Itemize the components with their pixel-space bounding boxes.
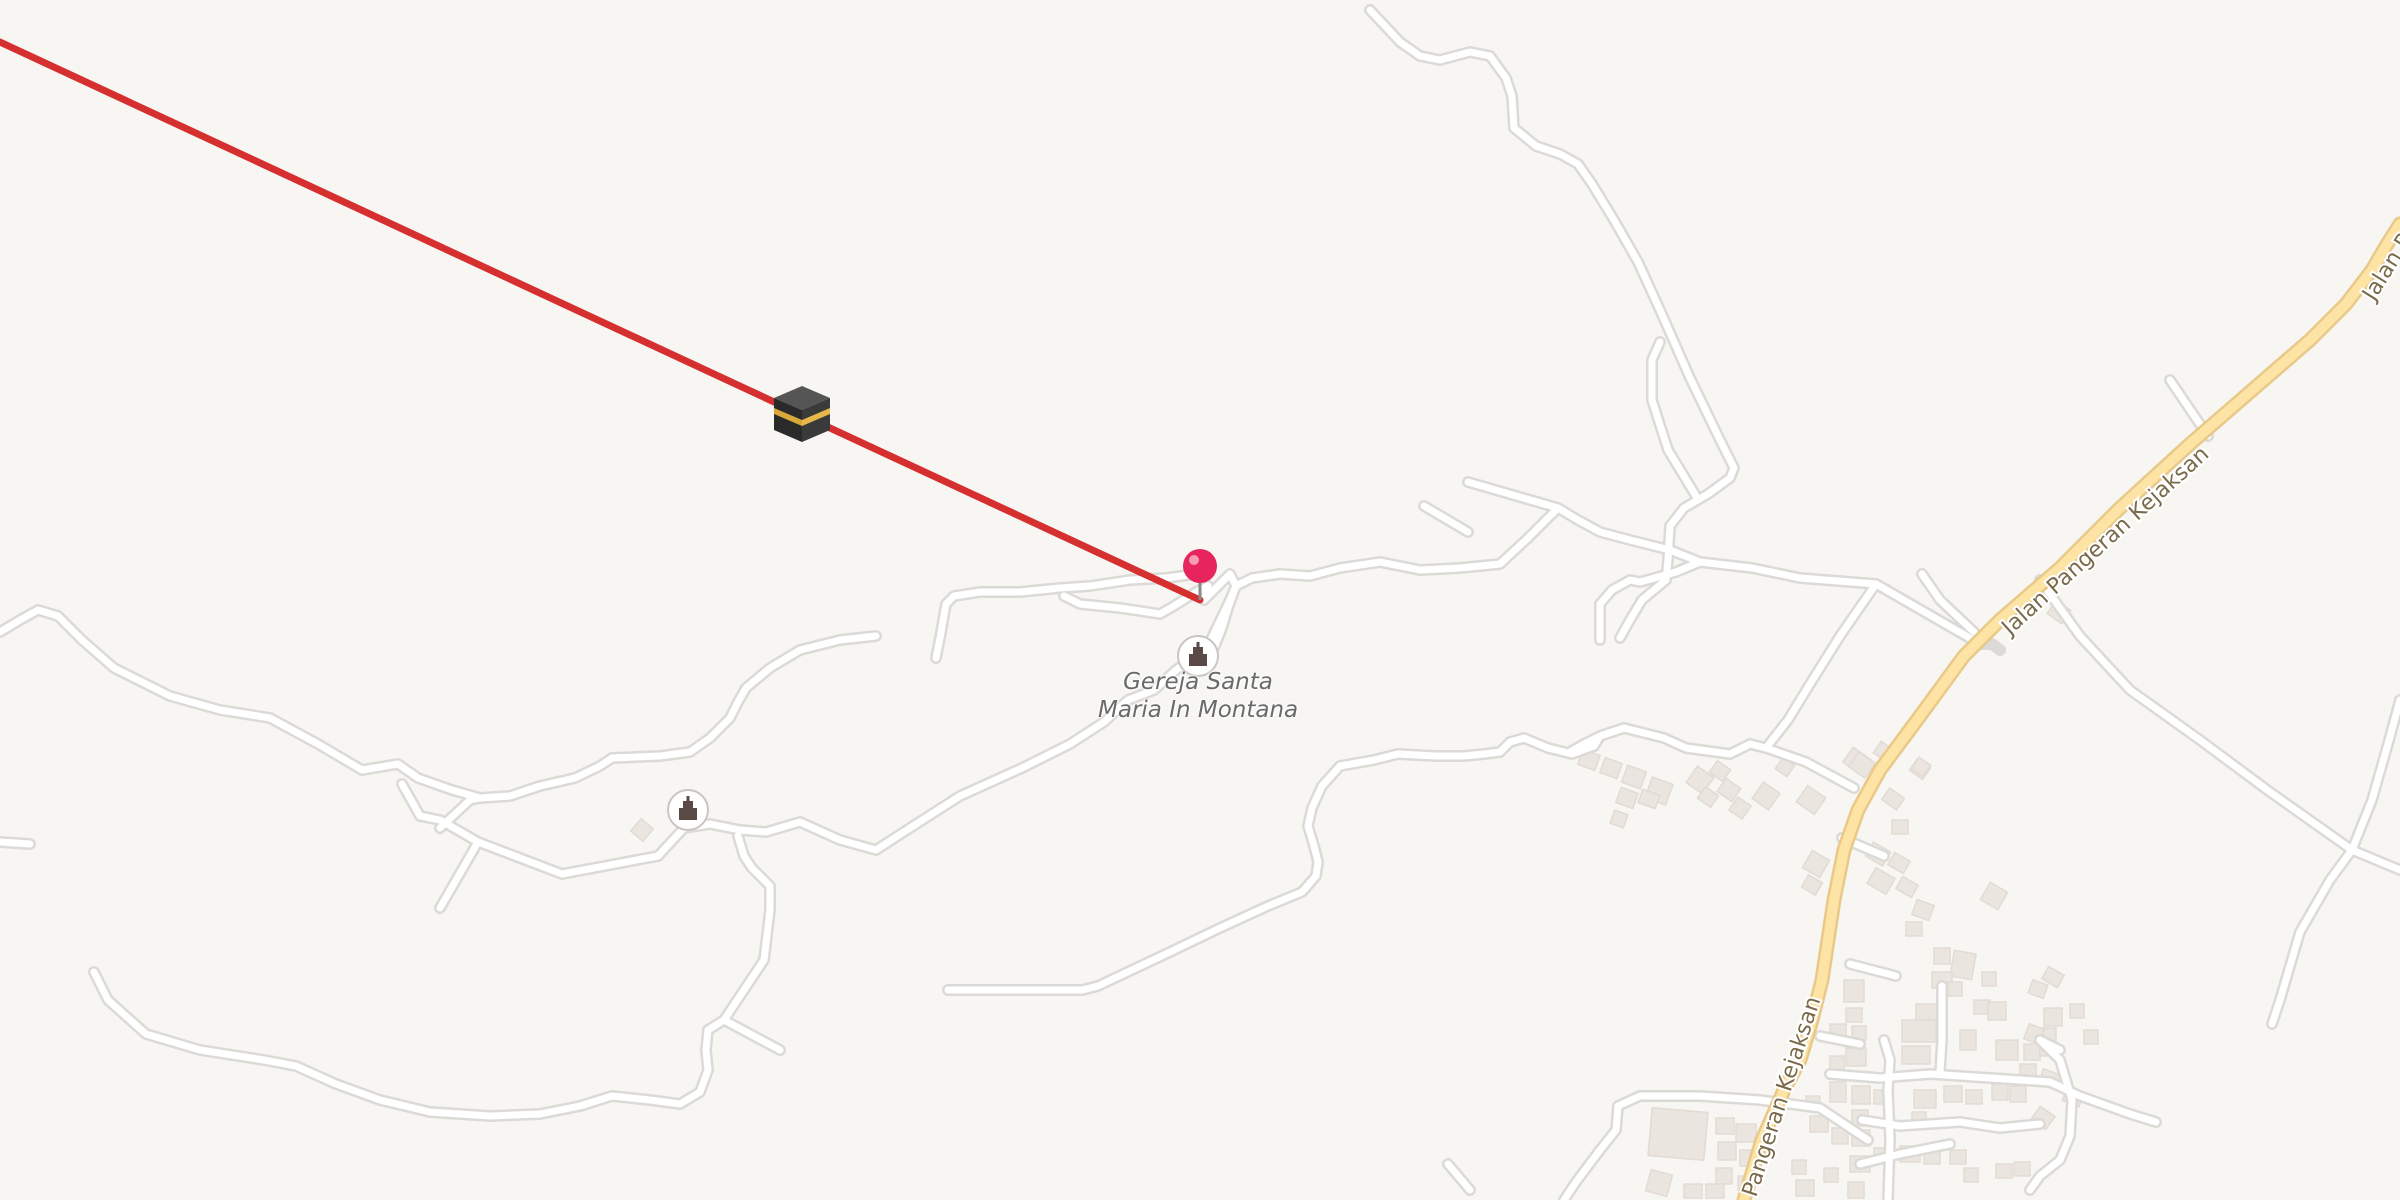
direction-line [0,38,1204,604]
main-road[interactable] [1736,216,2400,1200]
street-label-middle: Jalan Pangeran Kejaksan [1996,442,2214,642]
map-canvas[interactable]: Pangeran Kejaksan Jalan Pangeran Kejaksa… [0,0,2400,1200]
map-layer[interactable]: Pangeran Kejaksan Jalan Pangeran Kejaksa… [0,0,2400,1200]
kaaba-icon[interactable] [774,386,830,442]
church-label-line2: Maria In Montana [1098,697,1299,723]
place-of-worship-icon[interactable] [667,789,709,831]
buildings [629,599,2099,1199]
church-label-line1: Gereja Santa [1123,669,1273,695]
church-label[interactable]: Gereja Santa Maria In Montana [1098,668,1298,724]
street-label-upper: Jalan P [2357,229,2400,307]
